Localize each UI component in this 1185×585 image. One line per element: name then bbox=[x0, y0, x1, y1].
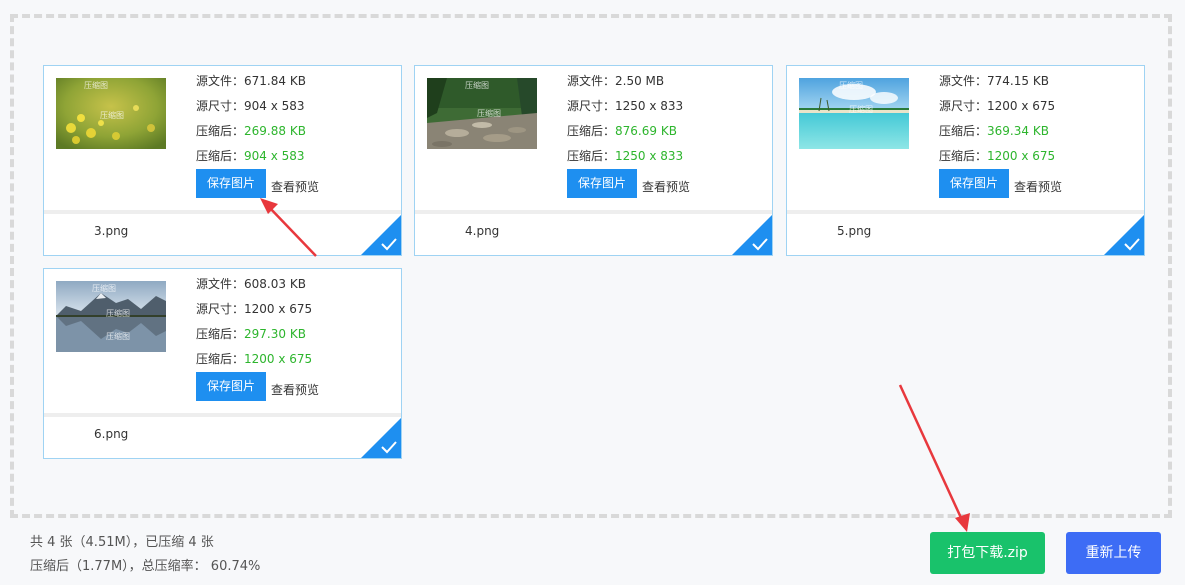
compressed-size-value: 876.69 KB bbox=[615, 124, 677, 138]
check-corner-icon bbox=[1104, 215, 1144, 255]
compressed-size-value: 297.30 KB bbox=[244, 327, 306, 341]
source-dim-value: 1200 x 675 bbox=[987, 99, 1056, 113]
file-info: 源文件：608.03 KB 源尺寸：1200 x 675 压缩后：297.30 … bbox=[196, 276, 396, 376]
compression-summary: 共 4 张（4.51M），已压缩 4 张 压缩后（1.77M），总压缩率： 60… bbox=[30, 531, 260, 579]
watermark-text: 压缩图 bbox=[106, 332, 130, 341]
watermark-text: 压缩图 bbox=[100, 111, 124, 120]
file-info: 源文件：774.15 KB 源尺寸：1200 x 675 压缩后：369.34 … bbox=[939, 73, 1139, 173]
file-info: 源文件：2.50 MB 源尺寸：1250 x 833 压缩后：876.69 KB… bbox=[567, 73, 767, 173]
source-dim-value: 904 x 583 bbox=[244, 99, 305, 113]
source-size-value: 608.03 KB bbox=[244, 277, 306, 291]
summary-compressed: 压缩后（1.77M），总压缩率： 60.74% bbox=[30, 559, 261, 574]
view-preview-link[interactable]: 查看预览 bbox=[271, 178, 319, 195]
save-image-button[interactable]: 保存图片 bbox=[196, 372, 266, 401]
source-dim-value: 1250 x 833 bbox=[615, 99, 684, 113]
image-card: 压缩图 压缩图 源文件：2.50 MB 源尺寸：1250 x 833 压缩后：8… bbox=[414, 65, 773, 256]
save-image-button[interactable]: 保存图片 bbox=[939, 169, 1009, 198]
compressed-dim-label: 压缩后： bbox=[196, 352, 245, 366]
compressed-dim-value: 1200 x 675 bbox=[244, 352, 313, 366]
compressed-size-label: 压缩后： bbox=[196, 124, 245, 138]
image-thumbnail[interactable]: 压缩图 压缩图 压缩图 bbox=[56, 281, 166, 352]
source-dim-value: 1200 x 675 bbox=[244, 302, 313, 316]
compressed-dim-value: 1250 x 833 bbox=[615, 149, 684, 163]
check-corner-icon bbox=[361, 418, 401, 458]
file-name: 6.png bbox=[94, 427, 129, 441]
summary-total: 共 4 张（4.51M），已压缩 4 张 bbox=[30, 535, 214, 550]
source-size-value: 671.84 KB bbox=[244, 74, 306, 88]
save-image-button[interactable]: 保存图片 bbox=[196, 169, 266, 198]
watermark-text: 压缩图 bbox=[92, 284, 116, 293]
check-corner-icon bbox=[732, 215, 772, 255]
divider bbox=[44, 413, 401, 417]
watermark-text: 压缩图 bbox=[84, 81, 108, 90]
compressed-size-label: 压缩后： bbox=[939, 124, 988, 138]
download-zip-button[interactable]: 打包下载.zip bbox=[930, 532, 1045, 574]
divider bbox=[787, 210, 1144, 214]
compressed-dim-value: 904 x 583 bbox=[244, 149, 305, 163]
reupload-button[interactable]: 重新上传 bbox=[1066, 532, 1161, 574]
compressed-dim-label: 压缩后： bbox=[939, 149, 988, 163]
save-image-button[interactable]: 保存图片 bbox=[567, 169, 637, 198]
watermark-text: 压缩图 bbox=[839, 81, 863, 90]
source-dim-label: 源尺寸： bbox=[567, 99, 616, 113]
image-thumbnail[interactable]: 压缩图 压缩图 bbox=[56, 78, 166, 149]
image-card: 压缩图 压缩图 源文件：774.15 KB 源尺寸：1200 x 675 压缩后… bbox=[786, 65, 1145, 256]
file-info: 源文件：671.84 KB 源尺寸：904 x 583 压缩后：269.88 K… bbox=[196, 73, 396, 173]
source-size-label: 源文件： bbox=[567, 74, 616, 88]
check-corner-icon bbox=[361, 215, 401, 255]
file-name: 3.png bbox=[94, 224, 129, 238]
source-size-label: 源文件： bbox=[196, 277, 245, 291]
source-dim-label: 源尺寸： bbox=[196, 99, 245, 113]
divider bbox=[44, 210, 401, 214]
view-preview-link[interactable]: 查看预览 bbox=[1014, 178, 1062, 195]
image-card: 压缩图 压缩图 压缩图 源文件：608.03 KB 源尺寸：1200 x 675… bbox=[43, 268, 402, 459]
image-thumbnail[interactable]: 压缩图 压缩图 bbox=[799, 78, 909, 149]
compressed-dim-label: 压缩后： bbox=[567, 149, 616, 163]
compressed-size-label: 压缩后： bbox=[567, 124, 616, 138]
compressed-dim-label: 压缩后： bbox=[196, 149, 245, 163]
compressed-size-value: 369.34 KB bbox=[987, 124, 1049, 138]
watermark-text: 压缩图 bbox=[849, 105, 873, 114]
divider bbox=[415, 210, 772, 214]
compressed-size-label: 压缩后： bbox=[196, 327, 245, 341]
compressed-dim-value: 1200 x 675 bbox=[987, 149, 1056, 163]
watermark-text: 压缩图 bbox=[465, 81, 489, 90]
image-thumbnail[interactable]: 压缩图 压缩图 bbox=[427, 78, 537, 149]
file-name: 5.png bbox=[837, 224, 872, 238]
source-dim-label: 源尺寸： bbox=[939, 99, 988, 113]
file-name: 4.png bbox=[465, 224, 500, 238]
source-size-value: 774.15 KB bbox=[987, 74, 1049, 88]
watermark-text: 压缩图 bbox=[477, 109, 501, 118]
source-dim-label: 源尺寸： bbox=[196, 302, 245, 316]
image-card: 压缩图 压缩图 源文件：671.84 KB 源尺寸：904 x 583 压缩后：… bbox=[43, 65, 402, 256]
source-size-value: 2.50 MB bbox=[615, 74, 665, 88]
source-size-label: 源文件： bbox=[196, 74, 245, 88]
compressed-size-value: 269.88 KB bbox=[244, 124, 306, 138]
watermark-text: 压缩图 bbox=[106, 309, 130, 318]
view-preview-link[interactable]: 查看预览 bbox=[271, 381, 319, 398]
view-preview-link[interactable]: 查看预览 bbox=[642, 178, 690, 195]
source-size-label: 源文件： bbox=[939, 74, 988, 88]
